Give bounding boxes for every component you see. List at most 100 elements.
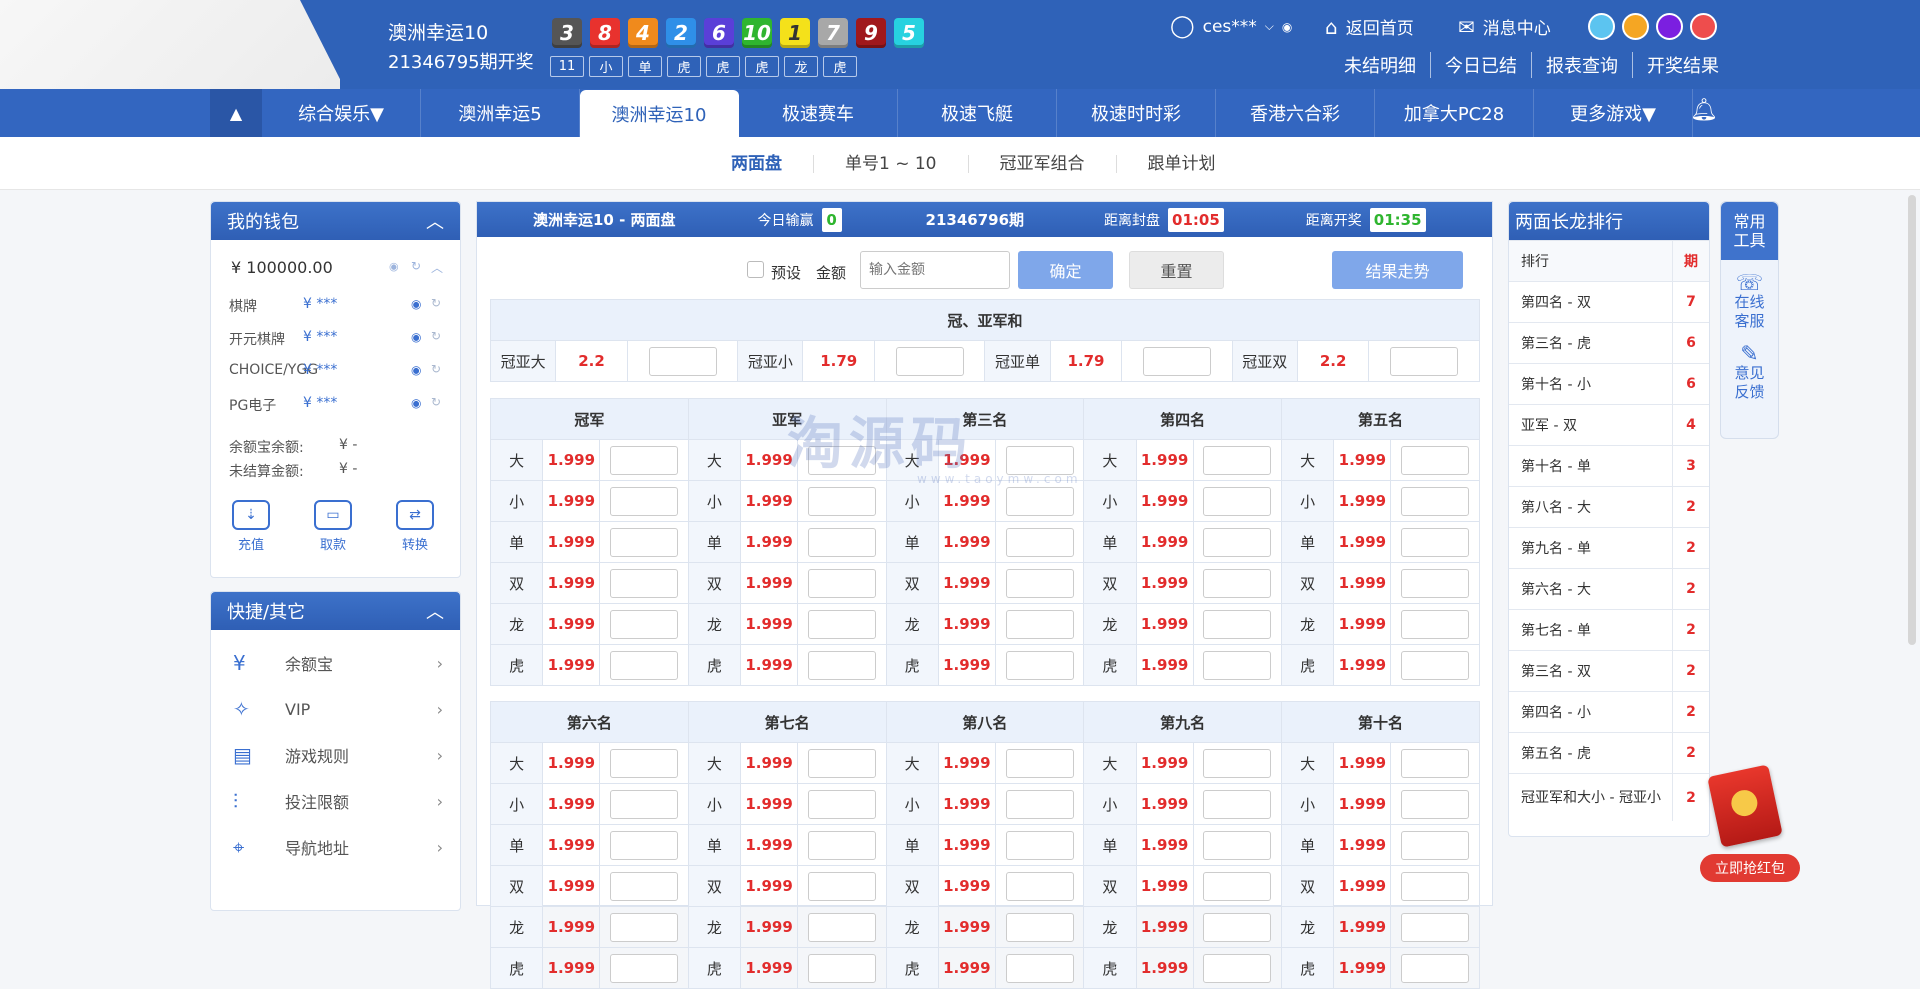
bet-amount-input[interactable] [1005, 789, 1074, 819]
header-sublink[interactable]: 报表查询 [1532, 52, 1633, 78]
sub-nav-tab[interactable]: 跟单计划 [1117, 155, 1247, 173]
page-scrollbar[interactable] [1908, 195, 1916, 645]
bet-amount-input[interactable] [807, 953, 876, 983]
sub-nav-tab[interactable]: 冠亚军组合 [969, 154, 1117, 173]
refresh-icon[interactable]: ↻ [431, 329, 441, 343]
bet-amount-input[interactable] [807, 748, 876, 778]
bet-amount-input[interactable] [610, 830, 679, 860]
bet-amount-input[interactable] [610, 953, 679, 983]
bet-amount-input[interactable] [1005, 871, 1074, 901]
transfer-button[interactable]: ⇄ 转换 [395, 500, 435, 553]
bet-amount-input[interactable] [1005, 953, 1074, 983]
bet-amount-input[interactable] [1401, 748, 1470, 778]
eye-icon[interactable]: ◉ [411, 330, 421, 344]
bet-amount-input[interactable] [610, 789, 679, 819]
bet-amount-input[interactable] [648, 346, 717, 376]
theme-color-swatch[interactable] [1622, 13, 1649, 40]
bet-amount-input[interactable] [610, 912, 679, 942]
reset-button[interactable]: 重置 [1129, 251, 1224, 289]
bet-amount-input[interactable] [807, 650, 876, 680]
bet-amount-input[interactable] [1401, 953, 1470, 983]
chevron-up-icon[interactable]: ︿ [431, 259, 443, 276]
bet-amount-input[interactable] [1203, 486, 1272, 516]
bet-amount-input[interactable] [1401, 830, 1470, 860]
bet-amount-input[interactable] [807, 871, 876, 901]
bet-amount-input[interactable] [610, 568, 679, 598]
bet-amount-input[interactable] [610, 650, 679, 680]
nav-tab[interactable]: 香港六合彩 [1216, 89, 1375, 137]
bet-amount-input[interactable] [1142, 346, 1211, 376]
bet-amount-input[interactable] [1203, 789, 1272, 819]
eye-icon[interactable]: ◉ [411, 363, 421, 377]
bet-amount-input[interactable] [807, 486, 876, 516]
bet-amount-input[interactable] [1401, 609, 1470, 639]
home-link[interactable]: ⌂ 返回首页 [1325, 14, 1414, 40]
nav-tab[interactable]: 更多游戏▼ [1534, 89, 1693, 137]
bet-amount-input[interactable] [1401, 650, 1470, 680]
bet-amount-input[interactable] [1203, 568, 1272, 598]
red-packet-widget[interactable]: 立即抢红包 [1700, 764, 1800, 882]
eye-icon[interactable]: ◉ [411, 297, 421, 311]
quick-item[interactable]: ⌖ 导航地址 › [233, 832, 443, 862]
bet-amount-input[interactable] [1203, 445, 1272, 475]
theme-color-swatch[interactable] [1588, 13, 1615, 40]
theme-color-swatch[interactable] [1656, 13, 1683, 40]
collapse-icon[interactable]: ︿ [426, 598, 444, 624]
header-sublink[interactable]: 开奖结果 [1633, 52, 1733, 78]
online-service-button[interactable]: ☏ 在线客服 [1721, 273, 1778, 331]
quick-item[interactable]: ¥ 余额宝 › [233, 648, 443, 678]
eye-icon[interactable]: ◉ [389, 260, 399, 273]
eye-icon[interactable]: ◉ [411, 396, 421, 410]
bet-amount-input[interactable] [1203, 953, 1272, 983]
bet-amount-input[interactable] [1203, 650, 1272, 680]
bet-amount-input[interactable] [1005, 609, 1074, 639]
refresh-icon[interactable]: ↻ [431, 362, 441, 376]
bet-amount-input[interactable] [1401, 789, 1470, 819]
bet-amount-input[interactable] [610, 445, 679, 475]
amount-input[interactable] [860, 251, 1010, 289]
nav-tab[interactable]: 极速赛车 [739, 89, 898, 137]
bet-amount-input[interactable] [1203, 609, 1272, 639]
bet-amount-input[interactable] [807, 568, 876, 598]
header-sublink[interactable]: 未结明细 [1330, 52, 1431, 78]
confirm-button[interactable]: 确定 [1018, 251, 1113, 289]
bell-icon[interactable]: 🔔︎ [1690, 98, 1718, 123]
nav-tab[interactable]: 加拿大PC28 [1375, 89, 1534, 137]
nav-tab[interactable]: 综合娱乐▼ [262, 89, 421, 137]
bet-amount-input[interactable] [1005, 527, 1074, 557]
bet-amount-input[interactable] [1005, 650, 1074, 680]
sub-nav-tab[interactable]: 两面盘 [700, 154, 814, 173]
bet-amount-input[interactable] [1203, 912, 1272, 942]
message-center-link[interactable]: ✉ 消息中心 [1458, 14, 1551, 40]
bet-amount-input[interactable] [610, 871, 679, 901]
bet-amount-input[interactable] [1203, 748, 1272, 778]
bet-amount-input[interactable] [610, 486, 679, 516]
sub-nav-tab[interactable]: 单号1 ~ 10 [814, 154, 969, 173]
theme-color-swatch[interactable] [1690, 13, 1717, 40]
quick-item[interactable]: ▤ 游戏规则 › [233, 740, 443, 770]
bet-amount-input[interactable] [610, 527, 679, 557]
bet-amount-input[interactable] [1401, 568, 1470, 598]
bet-amount-input[interactable] [1203, 527, 1272, 557]
refresh-icon[interactable]: ↻ [431, 395, 441, 409]
bet-amount-input[interactable] [807, 609, 876, 639]
user-menu[interactable]: ◯ ces*** ⌵ ◉ [1170, 14, 1292, 39]
refresh-icon[interactable]: ↻ [411, 259, 421, 273]
bet-amount-input[interactable] [807, 830, 876, 860]
grab-red-packet-button[interactable]: 立即抢红包 [1700, 854, 1800, 882]
bet-amount-input[interactable] [1005, 912, 1074, 942]
bet-amount-input[interactable] [1203, 871, 1272, 901]
bet-amount-input[interactable] [807, 527, 876, 557]
bet-amount-input[interactable] [1401, 486, 1470, 516]
bet-amount-input[interactable] [1203, 830, 1272, 860]
quick-item[interactable]: ✧ VIP › [233, 694, 443, 724]
withdraw-button[interactable]: ▭ 取款 [313, 500, 353, 553]
refresh-icon[interactable]: ↻ [431, 296, 441, 310]
bet-amount-input[interactable] [807, 789, 876, 819]
nav-tab[interactable]: 澳洲幸运5 [421, 89, 580, 137]
collapse-icon[interactable]: ︿ [426, 208, 444, 234]
quick-item[interactable]: ⫶ 投注限额 › [233, 786, 443, 816]
preset-checkbox[interactable] [747, 261, 764, 278]
bet-amount-input[interactable] [1005, 568, 1074, 598]
bet-amount-input[interactable] [1390, 346, 1459, 376]
